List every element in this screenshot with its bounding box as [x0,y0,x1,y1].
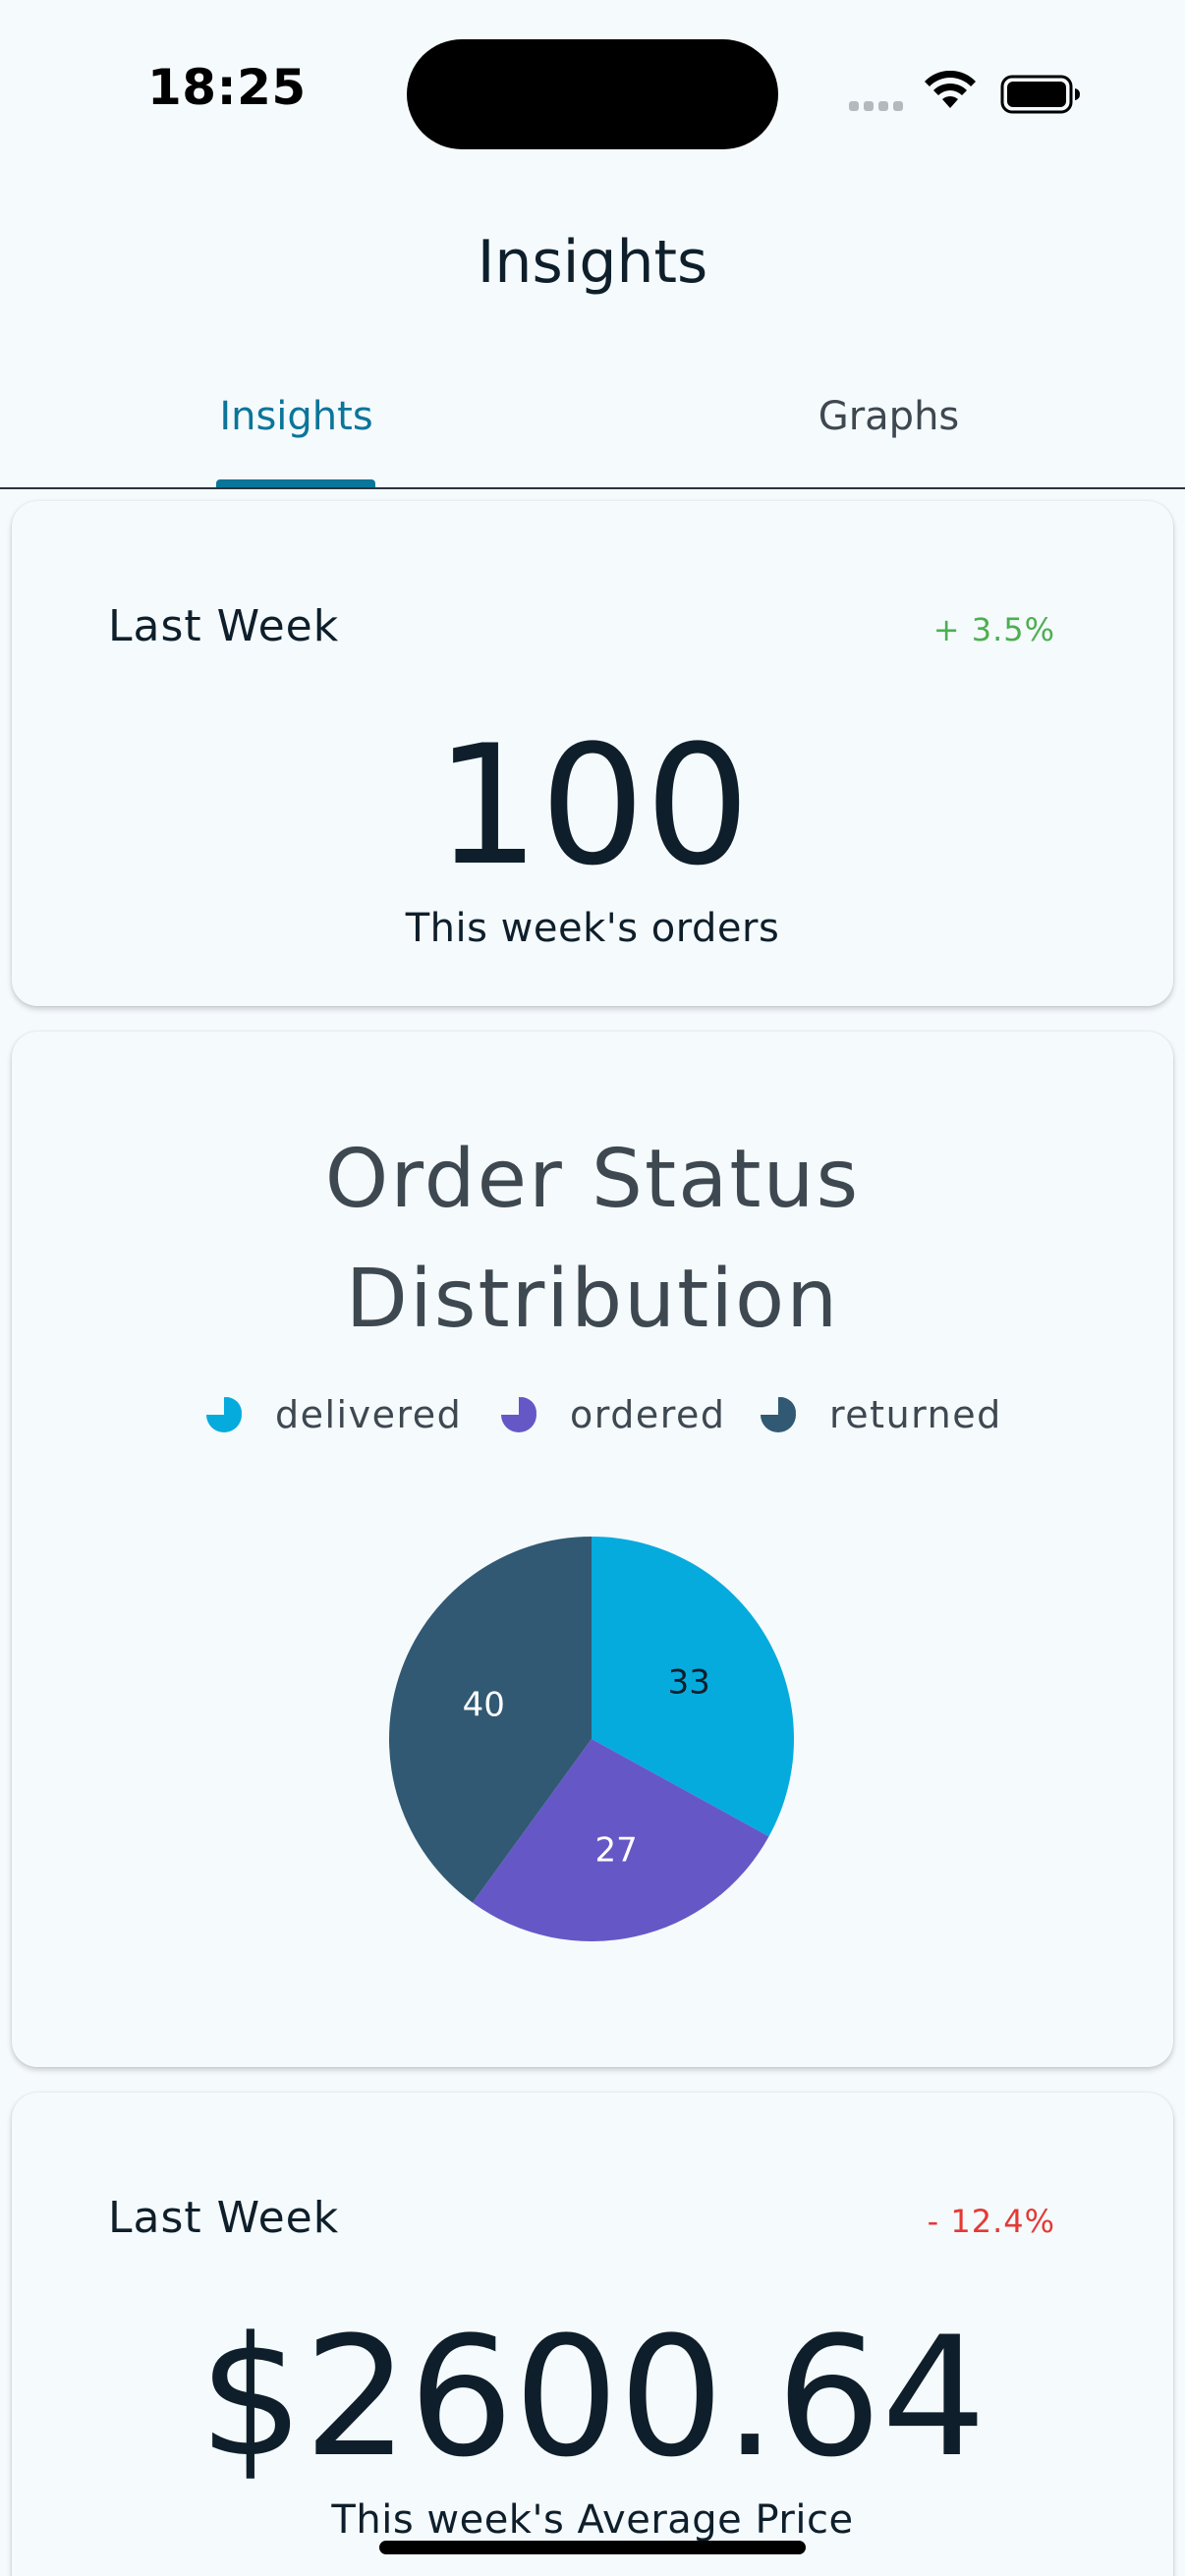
status-bar: 18:25 [0,0,1185,187]
average-price-card: Last Week - 12.4% $2600.64 This week's A… [12,2093,1173,2576]
page-title: Insights [477,228,708,297]
pie-chart: 33 27 40 [389,1537,795,1942]
home-indicator [379,2541,806,2554]
average-price-value: $2600.64 [198,2301,987,2493]
price-change-badge: - 12.4% [927,2203,1055,2240]
orders-period-label: Last Week [108,601,340,651]
pie-label-returned: 40 [463,1685,505,1724]
average-price-caption: This week's Average Price [331,2497,854,2543]
tab-graphs[interactable]: Graphs [592,364,1185,487]
pie-label-delivered: 33 [668,1662,710,1702]
dynamic-island [407,39,778,149]
orders-count-value: 100 [434,709,751,902]
orders-card: Last Week + 3.5% 100 This week's orders [12,501,1173,1006]
battery-icon [1000,75,1080,114]
pie-label-ordered: 27 [595,1831,638,1871]
price-period-label: Last Week [108,2193,340,2243]
tab-bar: Insights Graphs [0,364,1185,489]
status-time: 18:25 [147,59,307,116]
orders-change-badge: + 3.5% [932,611,1055,648]
order-status-card: Order Status Distribution delivered orde… [12,1032,1173,2067]
tab-insights[interactable]: Insights [0,364,592,487]
cellular-signal-icon [849,101,903,111]
active-tab-indicator [216,479,375,487]
orders-caption: This week's orders [405,906,780,951]
wifi-icon [925,71,976,108]
tab-divider [0,487,1185,489]
